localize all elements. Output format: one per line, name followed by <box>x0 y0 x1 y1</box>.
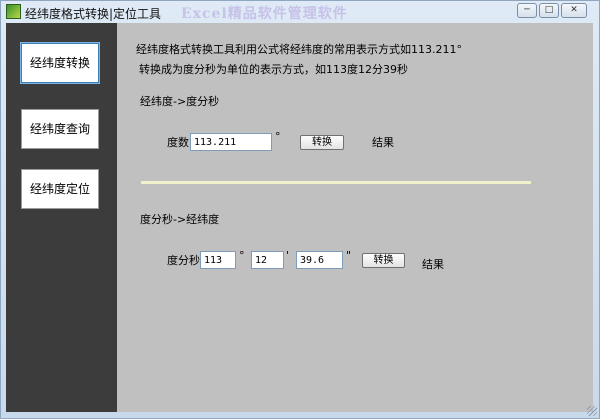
description-line-2: 转换成为度分秒为单位的表示方式，如113度12分39秒 <box>139 63 408 76</box>
title-bar[interactable]: 经纬度格式转换|定位工具 Excel精品软件管理软件 ─ □ ✕ <box>1 1 599 23</box>
degree-input[interactable] <box>190 133 272 151</box>
minimize-icon[interactable]: ─ <box>517 3 537 18</box>
convert-button-1[interactable]: 转换 <box>300 135 344 150</box>
degrees-unit: ° <box>239 249 245 262</box>
degrees-input[interactable] <box>200 251 236 269</box>
section-divider <box>141 181 531 184</box>
client-area: 经纬度转换 经纬度查询 经纬度定位 经纬度格式转换工具利用公式将经纬度的常用表示… <box>6 23 593 412</box>
seconds-unit: " <box>346 249 352 262</box>
window-title: 经纬度格式转换|定位工具 <box>25 7 162 21</box>
minutes-unit: ' <box>286 249 290 262</box>
sidebar-item-convert[interactable]: 经纬度转换 <box>21 43 99 83</box>
section-title-dms-to-decimal: 度分秒->经纬度 <box>140 213 220 226</box>
degree-label: 度数 <box>167 136 189 149</box>
sidebar-item-query[interactable]: 经纬度查询 <box>21 109 99 149</box>
result-label-2: 结果 <box>422 258 444 271</box>
minutes-input[interactable] <box>251 251 284 269</box>
section-title-decimal-to-dms: 经纬度->度分秒 <box>140 95 220 108</box>
sidebar: 经纬度转换 经纬度查询 经纬度定位 <box>6 23 117 412</box>
dms-label: 度分秒 <box>167 254 200 267</box>
description-line-1: 经纬度格式转换工具利用公式将经纬度的常用表示方式如113.211° <box>136 43 462 56</box>
sidebar-item-locate[interactable]: 经纬度定位 <box>21 169 99 209</box>
watermark-text: Excel精品软件管理软件 <box>181 6 348 22</box>
degree-unit: ° <box>275 130 281 143</box>
convert-button-2[interactable]: 转换 <box>362 253 405 268</box>
seconds-input[interactable] <box>296 251 343 269</box>
app-window: 经纬度格式转换|定位工具 Excel精品软件管理软件 ─ □ ✕ 经纬度转换 经… <box>0 0 600 419</box>
maximize-icon[interactable]: □ <box>539 3 559 18</box>
resize-grip-icon[interactable] <box>587 406 597 416</box>
close-icon[interactable]: ✕ <box>561 3 587 18</box>
result-label-1: 结果 <box>372 136 394 149</box>
app-icon <box>6 4 21 19</box>
